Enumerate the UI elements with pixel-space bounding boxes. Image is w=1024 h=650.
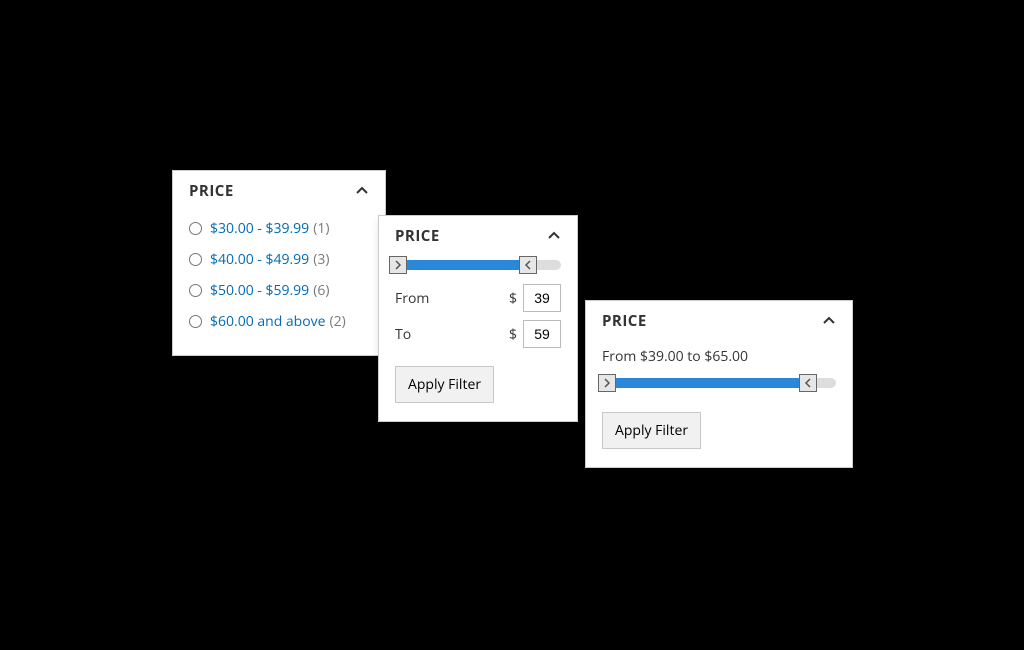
card-body: From $39.00 to $65.00 Apply Filter (586, 337, 852, 467)
price-option-count: (3) (313, 250, 329, 269)
slider-fill (607, 378, 808, 388)
price-radio[interactable] (189, 222, 202, 235)
currency-symbol: $ (509, 289, 517, 308)
slider-fill (398, 260, 527, 270)
from-row: From $ (395, 284, 561, 312)
price-slider[interactable] (602, 378, 836, 388)
price-option-label: $60.00 and above (210, 312, 326, 331)
card-body: $30.00 - $39.99 (1) $40.00 - $49.99 (3) … (173, 207, 385, 355)
price-radio[interactable] (189, 253, 202, 266)
price-option-label: $40.00 - $49.99 (210, 250, 309, 269)
price-option[interactable]: $50.00 - $59.99 (6) (189, 275, 369, 306)
chevron-up-icon (547, 229, 561, 243)
price-option[interactable]: $30.00 - $39.99 (1) (189, 213, 369, 244)
price-option-count: (2) (330, 312, 346, 331)
card-title: PRICE (189, 181, 234, 201)
chevron-up-icon (355, 184, 369, 198)
apply-filter-button[interactable]: Apply Filter (395, 366, 494, 403)
card-title: PRICE (395, 226, 440, 246)
slider-handle-min[interactable] (389, 256, 407, 274)
slider-handle-min[interactable] (598, 374, 616, 392)
card-title: PRICE (602, 311, 647, 331)
price-filter-slider-text-card: PRICE From $39.00 to $65.00 Apply Filter (585, 300, 853, 468)
price-filter-slider-inputs-card: PRICE From $ To $ (378, 215, 578, 422)
card-header[interactable]: PRICE (586, 301, 852, 337)
slider-handle-max[interactable] (519, 256, 537, 274)
chevron-up-icon (822, 314, 836, 328)
card-body: From $ To $ Apply Filter (379, 252, 577, 421)
price-option-label: $30.00 - $39.99 (210, 219, 309, 238)
to-input[interactable] (523, 320, 561, 348)
to-label: To (395, 325, 411, 344)
from-input[interactable] (523, 284, 561, 312)
price-radio[interactable] (189, 284, 202, 297)
price-option[interactable]: $40.00 - $49.99 (3) (189, 244, 369, 275)
card-header[interactable]: PRICE (173, 171, 385, 207)
price-radio[interactable] (189, 315, 202, 328)
apply-filter-button[interactable]: Apply Filter (602, 412, 701, 449)
price-filter-radios-card: PRICE $30.00 - $39.99 (1) $40.00 - $49.9… (172, 170, 386, 356)
card-header[interactable]: PRICE (379, 216, 577, 252)
price-option-count: (6) (313, 281, 329, 300)
price-slider[interactable] (395, 260, 561, 270)
price-option-count: (1) (313, 219, 329, 238)
price-option[interactable]: $60.00 and above (2) (189, 306, 369, 337)
price-option-label: $50.00 - $59.99 (210, 281, 309, 300)
slider-handle-max[interactable] (799, 374, 817, 392)
to-row: To $ (395, 320, 561, 348)
price-range-text: From $39.00 to $65.00 (602, 347, 836, 366)
currency-symbol: $ (509, 325, 517, 344)
from-label: From (395, 289, 429, 308)
